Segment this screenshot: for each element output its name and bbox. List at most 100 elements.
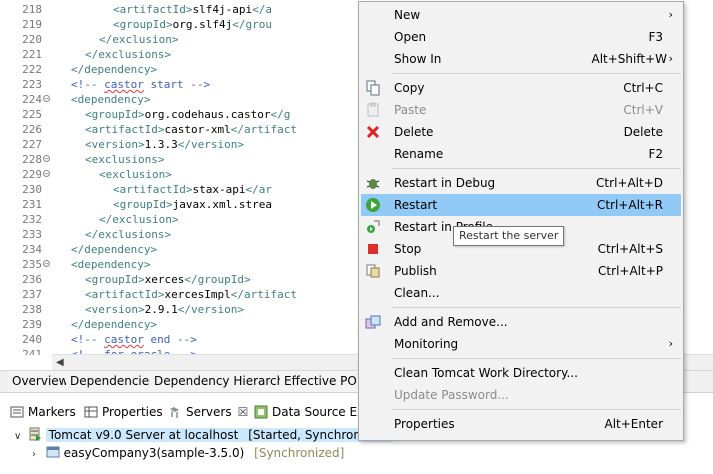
pom-tab-overview[interactable]: Overview [8, 371, 74, 392]
menu-item-properties[interactable]: Properties Alt+Enter [361, 413, 681, 435]
menu-item-shortcut: Alt+Shift+W [591, 52, 668, 66]
code-text: <!-- castor start --> [71, 77, 210, 92]
code-text: <version>2.9.1</version> [85, 302, 244, 317]
code-text: </dependency> [71, 62, 157, 77]
menu-item-copy[interactable]: Copy Ctrl+C [361, 77, 681, 99]
data-source-icon [254, 404, 268, 419]
code-token: </exclusions> [85, 228, 172, 241]
menu-item-label: Restart [394, 198, 438, 212]
code-token: stax-api [192, 183, 246, 196]
menu-item-publish[interactable]: Publish Ctrl+Alt+P [361, 260, 681, 282]
code-token: <!-- [71, 333, 105, 346]
line-number: 234 [22, 243, 42, 256]
fold-collapse-icon[interactable]: − [43, 155, 50, 163]
view-tab-data-source-exp[interactable]: Data Source Exp [254, 401, 372, 423]
collapsed-chevron-icon[interactable]: › [32, 446, 42, 464]
menu-item-shortcut: Ctrl+Alt+S [597, 242, 663, 256]
fold-collapse-icon[interactable]: − [43, 95, 50, 103]
menu-item-label: Clean Tomcat Work Directory... [394, 366, 578, 380]
menu-item-show-in[interactable]: Show In Alt+Shift+W › [361, 48, 681, 70]
menu-item-rename[interactable]: Rename F2 [361, 143, 681, 165]
line-number: 226 [22, 123, 42, 136]
menu-item-open[interactable]: Open F3 [361, 26, 681, 48]
code-text: </exclusion> [99, 212, 178, 227]
submenu-arrow-icon: › [668, 8, 673, 21]
scroll-left-icon[interactable]: ◀ [56, 355, 64, 370]
line-number: 222 [22, 63, 42, 76]
code-text: <exclusion> [99, 167, 172, 182]
server-tree-row[interactable]: ∨ Tomcat v9.0 Server at localhost [Start… [14, 426, 394, 446]
menu-item-shortcut: Ctrl+Alt+P [598, 264, 663, 278]
code-token: org.slf4j [172, 18, 233, 31]
line-number: 238 [22, 303, 42, 316]
code-token: <version> [85, 138, 145, 151]
menu-item-add-and-remove[interactable]: Add and Remove... [361, 311, 681, 333]
menu-item-clean[interactable]: Clean... [361, 282, 681, 304]
menu-item-label: Paste [394, 103, 427, 117]
code-token: <groupId> [85, 273, 145, 286]
line-number: 231 [22, 198, 42, 211]
code-token: <artifactId> [85, 123, 165, 136]
code-token: </exclusions> [85, 48, 172, 61]
code-token: 2.9.1 [144, 303, 178, 316]
menu-item-label: Add and Remove... [394, 315, 508, 329]
code-text: <groupId>javax.xml.strea [113, 197, 272, 212]
menu-item-delete[interactable]: Delete Delete [361, 121, 681, 143]
code-text: <groupId>org.slf4j</grou [113, 17, 272, 32]
menu-item-shortcut: Ctrl+C [623, 81, 663, 95]
menu-item-label: New [394, 8, 421, 22]
menu-item-label: Update Password... [394, 388, 509, 402]
copy-icon [365, 80, 381, 96]
view-tab-label: Markers [28, 405, 76, 419]
pom-tab-dependencies[interactable]: Dependencies [66, 371, 161, 392]
code-token: <groupId> [113, 18, 173, 31]
code-text: <exclusions> [85, 152, 164, 167]
code-token: xercesImpl [164, 288, 231, 301]
line-number: 229 [22, 168, 42, 181]
code-token: <!-- [71, 78, 105, 91]
menu-item-shortcut: F2 [648, 147, 663, 161]
code-token: castor [104, 333, 144, 346]
properties-icon [84, 404, 98, 418]
code-token: 1.3.3 [144, 138, 178, 151]
code-token: <artifactId> [85, 288, 165, 301]
code-text: </exclusions> [85, 227, 171, 242]
menu-separator [391, 358, 681, 359]
code-text: <groupId>org.codehaus.castor</g [85, 107, 290, 122]
menu-item-new[interactable]: New › [361, 4, 681, 26]
line-number: 228 [22, 153, 42, 166]
menu-item-shortcut: Ctrl+Alt+R [596, 198, 663, 212]
code-token: </dependency> [71, 63, 158, 76]
code-token: </groupId> [184, 273, 251, 286]
menu-item-shortcut: Delete [623, 125, 663, 139]
line-number: 223 [22, 78, 42, 91]
module-state: [Synchronized] [254, 446, 345, 460]
menu-separator [391, 409, 681, 410]
code-token: </exclusion> [99, 33, 179, 46]
pom-tab-dependency-hierarchy[interactable]: Dependency Hierarchy [150, 371, 297, 392]
menu-item-restart[interactable]: Restart Ctrl+Alt+R [361, 194, 681, 216]
view-tab-properties[interactable]: Properties [84, 401, 163, 423]
code-token: javax.xml.strea [172, 198, 272, 211]
debug-icon [365, 175, 381, 191]
fold-collapse-icon[interactable]: − [43, 170, 50, 178]
code-token: <groupId> [113, 198, 173, 211]
code-text: <artifactId>xercesImpl</artifact [85, 287, 297, 302]
menu-item-shortcut: F3 [648, 30, 663, 44]
view-tab-label: Properties [102, 405, 163, 419]
close-tab-icon[interactable]: ☒ [238, 401, 249, 423]
code-token: </version> [177, 138, 244, 151]
expanded-chevron-icon[interactable]: ∨ [14, 428, 24, 446]
menu-item-restart-in-debug[interactable]: Restart in Debug Ctrl+Alt+D [361, 172, 681, 194]
submenu-arrow-icon: › [668, 52, 673, 65]
module-tree-row[interactable]: › easyCompany3(sample-3.5.0) [Synchroniz… [32, 444, 344, 462]
view-tab-servers[interactable]: Servers ☒ [168, 401, 248, 423]
code-token: </artifact [230, 288, 297, 301]
view-tab-markers[interactable]: Markers [10, 401, 76, 423]
view-tab-label: Data Source Exp [272, 405, 372, 419]
code-token: </ar [245, 183, 272, 196]
menu-item-monitoring[interactable]: Monitoring › [361, 333, 681, 355]
code-token: </exclusion> [99, 213, 179, 226]
fold-collapse-icon[interactable]: − [43, 260, 50, 268]
menu-item-clean-tomcat-work-directory[interactable]: Clean Tomcat Work Directory... [361, 362, 681, 384]
